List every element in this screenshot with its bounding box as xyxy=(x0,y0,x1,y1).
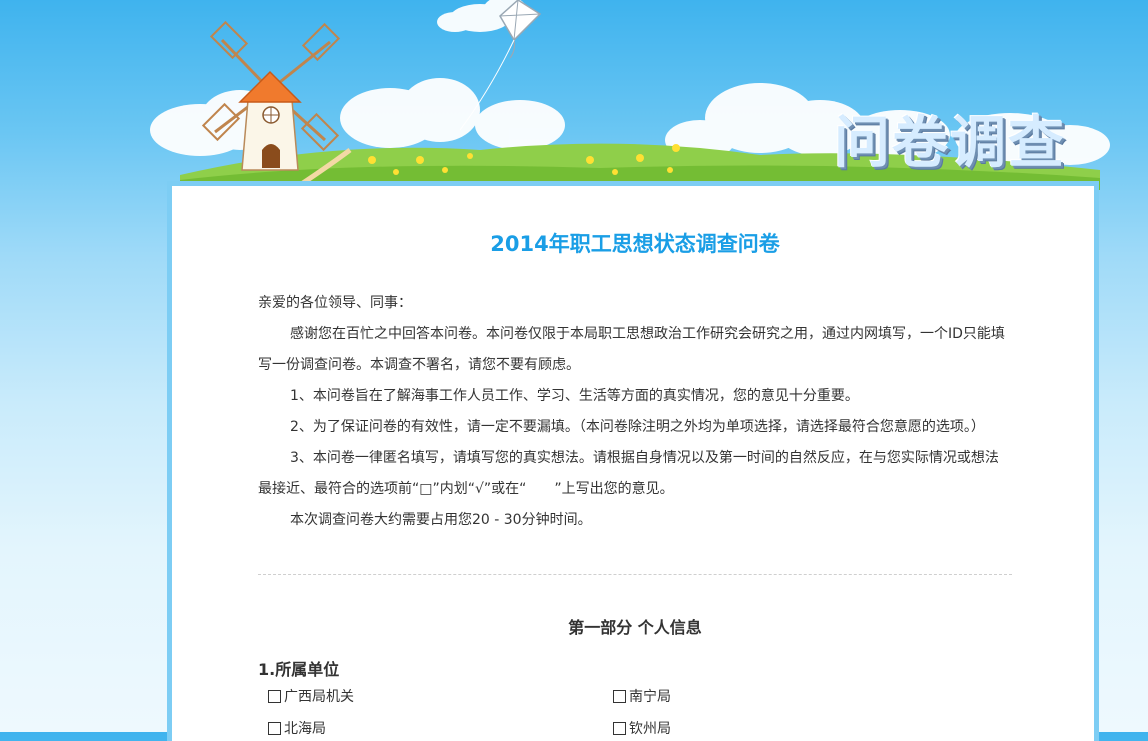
banner-title: 问卷调查 xyxy=(834,111,1066,176)
option-beihai-bureau[interactable]: 北海局 xyxy=(268,718,326,738)
checkbox[interactable] xyxy=(613,689,626,703)
option-guangxi-bureau[interactable]: 广西局机关 xyxy=(268,686,354,706)
checkbox[interactable] xyxy=(613,721,626,735)
option-nanning-bureau[interactable]: 南宁局 xyxy=(613,686,671,706)
checkbox[interactable] xyxy=(268,721,281,735)
intro-paragraph: 1、本问卷旨在了解海事工作人员工作、学习、生活等方面的真实情况，您的意见十分重要… xyxy=(290,388,859,404)
option-label: 北海局 xyxy=(284,721,326,737)
checkbox[interactable] xyxy=(268,689,281,703)
option-qinzhou-bureau[interactable]: 钦州局 xyxy=(613,718,671,738)
section-title: 第一部分 个人信息 xyxy=(568,618,702,637)
section-divider xyxy=(258,574,1012,575)
survey-title: 2014年职工思想状态调查问卷 xyxy=(490,232,780,256)
intro-paragraph: 2、为了保证问卷的有效性，请一定不要漏填。（本问卷除注明之外均为单项选择，请选择… xyxy=(290,419,985,435)
option-label: 南宁局 xyxy=(629,689,671,705)
option-label: 广西局机关 xyxy=(284,689,354,705)
intro-paragraph: 感谢您在百忙之中回答本问卷。本问卷仅限于本局职工思想政治工作研究会研究之用，通过… xyxy=(258,326,1005,373)
intro-greeting: 亲爱的各位领导、同事： xyxy=(258,295,412,311)
intro-paragraph: 本次调查问卷大约需要占用您20 - 30分钟时间。 xyxy=(290,512,592,528)
survey-card: 2014年职工思想状态调查问卷 亲爱的各位领导、同事： 感谢您在百忙之中回答本问… xyxy=(167,181,1099,741)
option-label: 钦州局 xyxy=(629,721,671,737)
header-banner: 问卷调查 xyxy=(0,0,1148,190)
survey-intro: 亲爱的各位领导、同事： 感谢您在百忙之中回答本问卷。本问卷仅限于本局职工思想政治… xyxy=(258,288,1012,536)
intro-paragraph: 3、本问卷一律匿名填写，请填写您的真实想法。请根据自身情况以及第一时间的自然反应… xyxy=(258,450,999,497)
question-title: 1.所属单位 xyxy=(258,660,340,679)
